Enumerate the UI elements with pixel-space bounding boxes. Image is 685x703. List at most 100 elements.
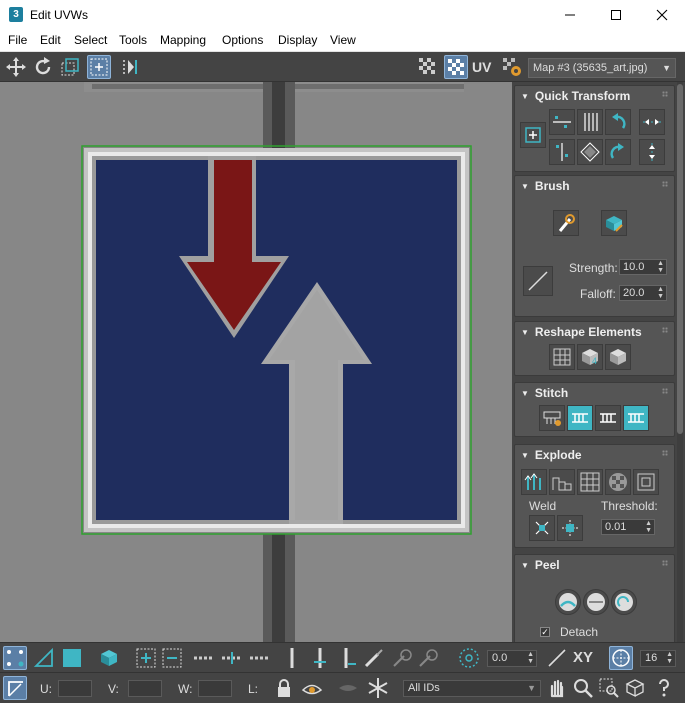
- spinner-arrows-icon[interactable]: ▲ ▼: [645, 520, 652, 534]
- menu-view[interactable]: View: [330, 33, 356, 47]
- scale-tool-button[interactable]: [58, 55, 82, 79]
- rollout-reshape-header[interactable]: ▼ Reshape Elements: [521, 325, 642, 339]
- zoom-region-button[interactable]: [597, 676, 621, 700]
- freeform-tool-button[interactable]: [87, 55, 111, 79]
- threshold-spinner[interactable]: 0.01 ▲ ▼: [601, 519, 655, 535]
- straighten-button[interactable]: [577, 109, 603, 135]
- map-settings-button[interactable]: [500, 55, 524, 79]
- drag-handle-icon[interactable]: [662, 560, 668, 566]
- menu-options[interactable]: Options: [222, 33, 263, 47]
- ring-button[interactable]: [280, 646, 304, 670]
- soft-selection-button[interactable]: [457, 646, 481, 670]
- align-horizontal-button[interactable]: [549, 109, 575, 135]
- spinner-arrows-icon[interactable]: ▲ ▼: [657, 286, 664, 300]
- grow-selection-button[interactable]: [134, 646, 158, 670]
- map-dropdown[interactable]: Map #3 (35635_art.jpg) ▼: [528, 58, 676, 78]
- rollout-quick-transform-header[interactable]: ▼ Quick Transform: [521, 89, 630, 103]
- drag-handle-icon[interactable]: [662, 388, 668, 394]
- menu-mapping[interactable]: Mapping: [160, 33, 206, 47]
- menu-select[interactable]: Select: [74, 33, 107, 47]
- relax-settings-button[interactable]: [605, 344, 631, 370]
- lock-selection-button[interactable]: [272, 676, 296, 700]
- hide-selection-button[interactable]: [300, 676, 324, 700]
- scrollbar-thumb[interactable]: [677, 84, 683, 434]
- checker-pattern-button[interactable]: [416, 55, 440, 79]
- grow-loop-button[interactable]: [220, 646, 244, 670]
- flatten-by-material-button[interactable]: [577, 469, 603, 495]
- pan-button[interactable]: [545, 676, 569, 700]
- quick-peel-button[interactable]: [555, 589, 581, 615]
- space-vertical-button[interactable]: [639, 139, 665, 165]
- mirror-tool-button[interactable]: [118, 55, 142, 79]
- maximize-button[interactable]: [593, 0, 639, 30]
- paint-select-grow-button[interactable]: [390, 646, 414, 670]
- peel-mode-button[interactable]: [583, 589, 609, 615]
- rotate-cw-button[interactable]: [605, 139, 631, 165]
- weld-selected-button[interactable]: [529, 515, 555, 541]
- spinner-arrows-icon[interactable]: ▲ ▼: [657, 260, 664, 274]
- flatten-settings-button[interactable]: [633, 469, 659, 495]
- menu-edit[interactable]: Edit: [40, 33, 61, 47]
- close-button[interactable]: [639, 0, 685, 30]
- vertex-mode-button[interactable]: [3, 646, 27, 670]
- spinner-arrows-icon[interactable]: ▲ ▼: [527, 651, 534, 665]
- rotation-angle-spinner[interactable]: 0.0 ▲ ▼: [487, 650, 537, 667]
- unhide-button[interactable]: [336, 676, 360, 700]
- relax-brush-button[interactable]: [601, 210, 627, 236]
- xy-button[interactable]: XY: [573, 646, 601, 670]
- paint-select-button[interactable]: [362, 646, 386, 670]
- menu-display[interactable]: Display: [278, 33, 317, 47]
- uv-space-button[interactable]: UV: [472, 55, 496, 79]
- grid-size-spinner[interactable]: 16 ▲ ▼: [640, 650, 676, 667]
- flatten-by-polygon-angle-button[interactable]: [605, 469, 631, 495]
- relax-button[interactable]: 4: [577, 344, 603, 370]
- element-mode-button[interactable]: [97, 646, 121, 670]
- drag-handle-icon[interactable]: [662, 327, 668, 333]
- show-map-button[interactable]: [444, 55, 468, 79]
- straighten-selection-button[interactable]: [549, 344, 575, 370]
- help-button[interactable]: [652, 676, 676, 700]
- polygon-mode-button[interactable]: [60, 646, 84, 670]
- falloff-spinner[interactable]: 20.0 ▲ ▼: [619, 285, 667, 301]
- detach-checkbox[interactable]: ✓: [540, 627, 550, 637]
- reset-peel-button[interactable]: [611, 589, 637, 615]
- material-id-dropdown[interactable]: All IDs ▼: [403, 680, 541, 697]
- stitch-average-button[interactable]: [595, 405, 621, 431]
- rollout-peel-header[interactable]: ▼ Peel: [521, 558, 560, 572]
- space-horizontal-button[interactable]: [639, 109, 665, 135]
- w-coordinate-field[interactable]: [198, 680, 232, 697]
- zoom-button[interactable]: [571, 676, 595, 700]
- rotate-tool-button[interactable]: [31, 55, 55, 79]
- stitch-to-target-button[interactable]: [567, 405, 593, 431]
- grid-snap-button[interactable]: [609, 646, 633, 670]
- panel-scrollbar[interactable]: [677, 82, 683, 642]
- line-mode-button[interactable]: [545, 646, 569, 670]
- align-vertical-button[interactable]: [549, 139, 575, 165]
- shrink-selection-button[interactable]: [160, 646, 184, 670]
- v-coordinate-field[interactable]: [128, 680, 162, 697]
- rollout-stitch-header[interactable]: ▼ Stitch: [521, 386, 568, 400]
- menu-file[interactable]: File: [8, 33, 27, 47]
- spinner-arrows-icon[interactable]: ▲ ▼: [666, 651, 673, 665]
- rollout-explode-header[interactable]: ▼ Explode: [521, 448, 582, 462]
- set-pivot-button[interactable]: [520, 122, 546, 148]
- drag-handle-icon[interactable]: [662, 450, 668, 456]
- drag-handle-icon[interactable]: [662, 91, 668, 97]
- loop-button[interactable]: [192, 646, 216, 670]
- paint-move-brush-button[interactable]: [553, 210, 579, 236]
- zoom-extents-button[interactable]: [623, 676, 647, 700]
- stitch-to-source-button[interactable]: [623, 405, 649, 431]
- minimize-button[interactable]: [547, 0, 593, 30]
- rollout-brush-header[interactable]: ▼ Brush: [521, 179, 570, 193]
- rotate-ccw-button[interactable]: [605, 109, 631, 135]
- freeze-button[interactable]: [366, 676, 390, 700]
- align-to-edge-button[interactable]: [577, 139, 603, 165]
- drag-handle-icon[interactable]: [662, 181, 668, 187]
- break-button[interactable]: [521, 469, 547, 495]
- u-coordinate-field[interactable]: [58, 680, 92, 697]
- flatten-by-smoothing-button[interactable]: [549, 469, 575, 495]
- strength-spinner[interactable]: 10.0 ▲ ▼: [619, 259, 667, 275]
- menu-tools[interactable]: Tools: [119, 33, 147, 47]
- paint-select-shrink-button[interactable]: [416, 646, 440, 670]
- uv-editor-viewport[interactable]: [0, 82, 512, 642]
